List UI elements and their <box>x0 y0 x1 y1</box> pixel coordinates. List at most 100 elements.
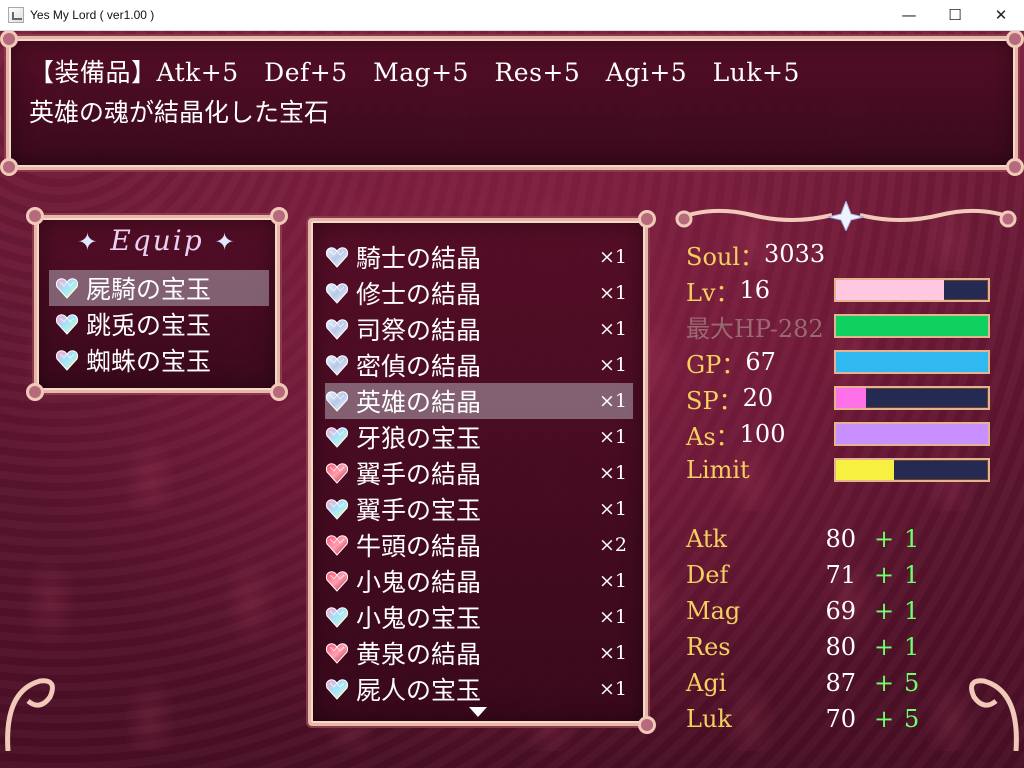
heart-gem-icon <box>325 679 349 700</box>
gauge-bar <box>834 422 990 446</box>
sparkle-icon: ✦ <box>77 228 100 256</box>
item-quantity: ×1 <box>598 498 627 520</box>
param-bonus-value: 1 <box>904 525 920 553</box>
gauge-label: As： <box>686 422 740 451</box>
maximize-button[interactable]: ☐ <box>932 0 978 31</box>
heart-gem-icon <box>325 607 349 628</box>
item-quantity: ×1 <box>598 462 627 484</box>
item-quantity: ×1 <box>598 678 627 700</box>
item-quantity: ×1 <box>598 606 627 628</box>
corner-ornament-icon <box>1006 158 1024 176</box>
gauge-row: GP： 67 <box>686 345 776 379</box>
gauge-value: 20 <box>742 384 774 412</box>
item-quantity: ×2 <box>598 534 627 556</box>
scroll-down-arrow-icon[interactable] <box>469 707 487 717</box>
gauge-value: 16 <box>739 276 771 304</box>
item-row[interactable]: 司祭の結晶 ×1 <box>325 311 633 347</box>
param-label: Luk <box>686 705 732 733</box>
sparkle-icon: ✦ <box>214 228 237 256</box>
item-quantity: ×1 <box>598 354 627 376</box>
gauge-fill <box>836 280 944 300</box>
corner-ornament-icon <box>638 716 656 734</box>
category-item-label: 屍騎の宝玉 <box>86 275 212 304</box>
gauge-fill <box>836 352 988 372</box>
item-row[interactable]: 小鬼の結晶 ×1 <box>325 563 633 599</box>
gauge-label: Limit <box>686 456 750 484</box>
soul-label: Soul： <box>686 242 765 271</box>
param-plus-sign: + <box>874 669 895 697</box>
heart-gem-icon <box>325 355 349 376</box>
heart-gem-icon <box>325 427 349 448</box>
soul-row: Soul： 3033 <box>686 237 825 271</box>
close-button[interactable]: ✕ <box>978 0 1024 31</box>
item-row[interactable]: 黄泉の結晶 ×1 <box>325 635 633 671</box>
gauge-bar <box>834 350 990 374</box>
item-name: 翼手の結晶 <box>356 460 482 489</box>
item-name: 牛頭の結晶 <box>356 532 482 561</box>
heart-gem-icon <box>325 571 349 592</box>
item-row[interactable]: 屍人の宝玉 ×1 <box>325 671 633 707</box>
swirl-ornament-icon <box>5 678 55 751</box>
item-name: 小鬼の宝玉 <box>356 604 482 633</box>
param-plus-sign: + <box>874 525 895 553</box>
category-list: 屍騎の宝玉跳兎の宝玉蜘蛛の宝玉 <box>49 270 269 378</box>
heart-gem-icon <box>325 643 349 664</box>
gauge-fill <box>836 460 894 480</box>
param-plus-sign: + <box>874 561 895 589</box>
item-name: 小鬼の結晶 <box>356 568 482 597</box>
param-bonus-value: 5 <box>904 705 920 733</box>
gauge-row: Limit <box>686 453 750 487</box>
category-item-label: 蜘蛛の宝玉 <box>86 347 212 376</box>
param-plus-sign: + <box>874 633 895 661</box>
app-icon <box>8 7 24 23</box>
help-window: 【装備品】Atk+5 Def+5 Mag+5 Res+5 Agi+5 Luk+5… <box>0 31 1024 176</box>
corner-ornament-icon <box>0 158 18 176</box>
item-name: 司祭の結晶 <box>356 316 482 345</box>
gauge-label: Lv： <box>686 278 740 307</box>
item-name: 翼手の宝玉 <box>356 496 482 525</box>
item-quantity: ×1 <box>598 570 627 592</box>
param-label: Res <box>686 633 731 661</box>
category-item[interactable]: 蜘蛛の宝玉 <box>49 342 269 378</box>
item-list-window: 騎士の結晶 ×1 修士の結晶 ×1 司祭の結晶 ×1 密偵の結晶 ×1 英雄の結晶 ×1 牙狼の宝玉… <box>308 210 656 734</box>
gauge-label: 最大HP-282 <box>686 314 824 343</box>
heart-gem-icon <box>325 283 349 304</box>
gauge-row: Lv： 16 <box>686 273 770 307</box>
heart-gem-icon <box>55 278 79 299</box>
item-name: 騎士の結晶 <box>356 244 482 273</box>
item-row[interactable]: 翼手の結晶 ×1 <box>325 455 633 491</box>
item-row[interactable]: 牙狼の宝玉 ×1 <box>325 419 633 455</box>
item-row[interactable]: 小鬼の宝玉 ×1 <box>325 599 633 635</box>
gauge-bar <box>834 314 990 338</box>
gauge-row: As： 100 <box>686 417 785 451</box>
item-row[interactable]: 英雄の結晶 ×1 <box>325 383 633 419</box>
category-item-label: 跳兎の宝玉 <box>86 311 212 340</box>
item-quantity: ×1 <box>598 318 627 340</box>
param-bonus-value: 1 <box>904 633 920 661</box>
minimize-button[interactable]: — <box>886 0 932 31</box>
item-row[interactable]: 牛頭の結晶 ×2 <box>325 527 633 563</box>
heart-gem-icon <box>55 350 79 371</box>
heart-gem-icon <box>325 463 349 484</box>
item-quantity: ×1 <box>598 282 627 304</box>
item-row[interactable]: 騎士の結晶 ×1 <box>325 239 633 275</box>
item-row[interactable]: 密偵の結晶 ×1 <box>325 347 633 383</box>
category-item[interactable]: 屍騎の宝玉 <box>49 270 269 306</box>
soul-value: 3033 <box>764 240 826 268</box>
heart-gem-icon <box>55 314 79 335</box>
param-plus-sign: + <box>874 597 895 625</box>
corner-ornament-icon <box>638 210 656 228</box>
item-row[interactable]: 修士の結晶 ×1 <box>325 275 633 311</box>
param-base-value: 70 <box>825 705 856 733</box>
item-name: 英雄の結晶 <box>356 388 482 417</box>
corner-ornament-icon <box>26 207 44 225</box>
window-title: Yes My Lord ( ver1.00 ) <box>30 8 155 22</box>
item-name: 屍人の宝玉 <box>356 676 482 705</box>
corner-ornament-icon <box>270 383 288 401</box>
category-item[interactable]: 跳兎の宝玉 <box>49 306 269 342</box>
gauge-value: 67 <box>745 348 776 376</box>
param-base-value: 69 <box>825 597 856 625</box>
item-list: 騎士の結晶 ×1 修士の結晶 ×1 司祭の結晶 ×1 密偵の結晶 ×1 英雄の結晶 ×1 牙狼の宝玉… <box>325 239 633 707</box>
item-row[interactable]: 翼手の宝玉 ×1 <box>325 491 633 527</box>
param-label: Mag <box>686 597 741 625</box>
